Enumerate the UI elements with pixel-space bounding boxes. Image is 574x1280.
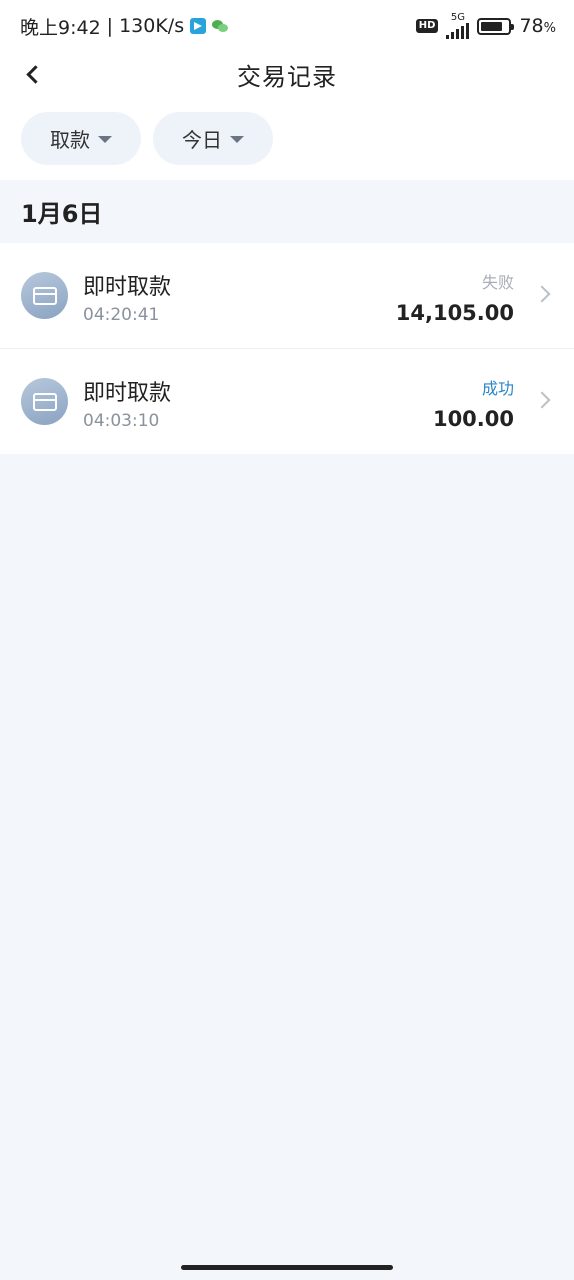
chevron-left-icon bbox=[25, 64, 45, 84]
signal-group: 5G bbox=[446, 12, 470, 39]
status-time: 晚上9:42 bbox=[20, 16, 101, 39]
date-filter-dropdown[interactable]: 今日 bbox=[153, 111, 273, 165]
transaction-status: 成功 bbox=[481, 379, 514, 398]
transaction-avatar bbox=[21, 378, 68, 425]
status-bar-right: HD 5G 78% bbox=[415, 12, 556, 39]
transaction-time: 04:03:10 bbox=[83, 411, 160, 431]
transaction-list: 即时取款 04:20:41 失败 14,105.00 即时取款 04:03:10… bbox=[0, 243, 574, 454]
network-type-label: 5G bbox=[450, 12, 466, 23]
battery-fill bbox=[481, 21, 502, 31]
transaction-title: 即时取款 bbox=[83, 381, 172, 406]
transaction-status: 失败 bbox=[481, 273, 514, 292]
battery-percent: 78% bbox=[519, 15, 556, 37]
status-bar-left: 晚上9:42 | 130K/s bbox=[20, 13, 229, 40]
chevron-right-icon bbox=[533, 285, 551, 303]
chevron-right-icon bbox=[533, 391, 551, 409]
filter-bar: 取款 今日 bbox=[0, 96, 574, 180]
transaction-row[interactable]: 即时取款 04:03:10 成功 100.00 bbox=[0, 348, 574, 454]
transaction-title: 即时取款 bbox=[83, 275, 172, 300]
transaction-amount: 100.00 bbox=[432, 407, 514, 431]
battery-percent-value: 78 bbox=[519, 15, 544, 37]
nav-bar: 交易记录 bbox=[0, 52, 574, 96]
type-filter-dropdown[interactable]: 取款 bbox=[21, 111, 141, 165]
screen: 晚上9:42 | 130K/s HD 5G 78% 交易记录 取款 今日 1月6… bbox=[0, 0, 574, 1280]
card-icon bbox=[32, 286, 57, 305]
wechat-icon bbox=[212, 18, 229, 34]
telegram-icon bbox=[190, 18, 207, 34]
status-separator: | bbox=[106, 15, 114, 37]
signal-icon bbox=[446, 23, 470, 39]
type-filter-label: 取款 bbox=[50, 127, 90, 152]
back-button[interactable] bbox=[14, 56, 50, 92]
date-section-header: 1月6日 bbox=[0, 180, 574, 243]
battery-icon bbox=[477, 17, 515, 35]
home-indicator[interactable] bbox=[181, 1265, 393, 1270]
transaction-amount: 14,105.00 bbox=[395, 301, 514, 325]
battery-percent-unit: % bbox=[543, 21, 556, 36]
card-icon bbox=[32, 392, 57, 411]
page-title: 交易记录 bbox=[237, 62, 337, 91]
date-filter-label: 今日 bbox=[182, 127, 222, 152]
transaction-row[interactable]: 即时取款 04:20:41 失败 14,105.00 bbox=[0, 243, 574, 348]
hd-badge: HD bbox=[415, 19, 439, 33]
caret-down-icon bbox=[98, 136, 112, 143]
status-bar: 晚上9:42 | 130K/s HD 5G 78% bbox=[0, 0, 574, 52]
transaction-avatar bbox=[21, 272, 68, 319]
transaction-time: 04:20:41 bbox=[83, 305, 160, 325]
caret-down-icon bbox=[230, 136, 244, 143]
status-network-speed: 130K/s bbox=[119, 15, 185, 37]
